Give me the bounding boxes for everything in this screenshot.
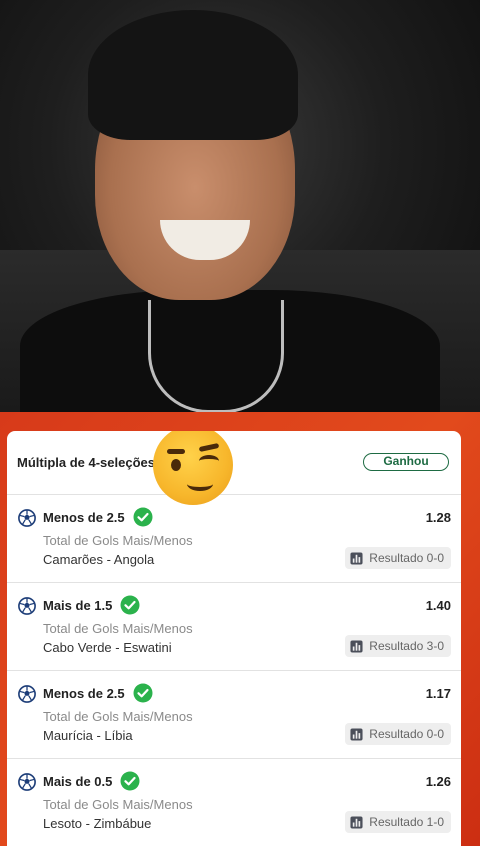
selection-row[interactable]: Mais de 0.5 1.26 Total de Gols Mais/Meno… xyxy=(7,759,461,846)
check-circle-icon xyxy=(120,771,140,791)
bet-slip-title: Múltipla de 4-seleções xyxy=(17,455,155,470)
result-text: Resultado 1-0 xyxy=(369,815,444,829)
selection-pick: Mais de 0.5 xyxy=(43,774,113,789)
selection-pick: Mais de 1.5 xyxy=(43,598,113,613)
result-badge[interactable]: Resultado 3-0 xyxy=(345,635,451,657)
bar-chart-icon xyxy=(350,815,363,829)
webcam-video xyxy=(0,0,480,412)
selection-row[interactable]: Menos de 2.5 1.17 Total de Gols Mais/Men… xyxy=(7,671,461,759)
soccer-ball-icon xyxy=(18,773,36,791)
person-chain xyxy=(148,300,284,412)
selection-odds: 1.26 xyxy=(425,774,451,789)
bet-slip-header: Múltipla de 4-seleções Ganhou xyxy=(7,431,461,505)
bet-slip-card: Múltipla de 4-seleções Ganhou Menos de 2… xyxy=(7,431,461,846)
selection-market: Total de Gols Mais/Menos xyxy=(43,533,193,548)
selection-odds: 1.28 xyxy=(425,510,451,525)
result-badge[interactable]: Resultado 0-0 xyxy=(345,723,451,745)
selection-market: Total de Gols Mais/Menos xyxy=(43,621,193,636)
check-circle-icon xyxy=(133,683,153,703)
soccer-ball-icon xyxy=(18,597,36,615)
selection-row[interactable]: Menos de 2.5 1.28 Total de Gols Mais/Men… xyxy=(7,495,461,583)
check-circle-icon xyxy=(133,507,153,527)
soccer-ball-icon xyxy=(18,509,36,527)
selection-event: Maurícia - Líbia xyxy=(43,728,133,743)
selection-market: Total de Gols Mais/Menos xyxy=(43,797,193,812)
selection-market: Total de Gols Mais/Menos xyxy=(43,709,193,724)
selection-pick: Menos de 2.5 xyxy=(43,510,125,525)
selection-pick: Menos de 2.5 xyxy=(43,686,125,701)
bar-chart-icon xyxy=(350,727,363,741)
selection-list: Menos de 2.5 1.28 Total de Gols Mais/Men… xyxy=(7,495,461,846)
result-text: Resultado 0-0 xyxy=(369,551,444,565)
selection-event: Lesoto - Zimbábue xyxy=(43,816,152,831)
result-text: Resultado 0-0 xyxy=(369,727,444,741)
bar-chart-icon xyxy=(350,639,363,653)
winking-face-icon xyxy=(153,431,233,505)
result-badge[interactable]: Resultado 0-0 xyxy=(345,547,451,569)
selection-event: Cabo Verde - Eswatini xyxy=(43,640,172,655)
status-badge: Ganhou xyxy=(363,453,449,471)
result-text: Resultado 3-0 xyxy=(369,639,444,653)
selection-odds: 1.40 xyxy=(425,598,451,613)
soccer-ball-icon xyxy=(18,685,36,703)
result-badge[interactable]: Resultado 1-0 xyxy=(345,811,451,833)
selection-event: Camarões - Angola xyxy=(43,552,155,567)
bar-chart-icon xyxy=(350,551,363,565)
person-cap xyxy=(88,10,298,140)
selection-odds: 1.17 xyxy=(425,686,451,701)
check-circle-icon xyxy=(120,595,140,615)
selection-row[interactable]: Mais de 1.5 1.40 Total de Gols Mais/Meno… xyxy=(7,583,461,671)
